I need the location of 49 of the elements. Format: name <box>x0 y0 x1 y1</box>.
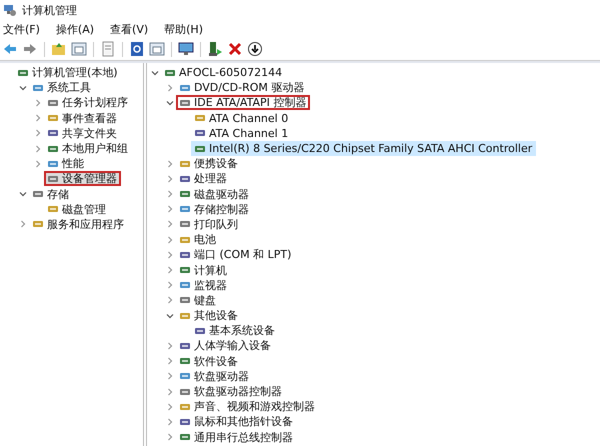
monitor-icon[interactable] <box>178 41 194 57</box>
tree-item[interactable]: 声音、视频和游戏控制器 <box>176 399 319 414</box>
tree-item[interactable]: 任务计划程序 <box>44 95 132 110</box>
tree-item[interactable]: 存储控制器 <box>176 202 253 217</box>
tree-item[interactable]: 共享文件夹 <box>44 126 121 141</box>
tree-item[interactable]: 端口 (COM 和 LPT) <box>176 247 296 262</box>
tree-item[interactable]: 存储 <box>29 186 73 202</box>
tree-item[interactable]: DVD/CD-ROM 驱动器 <box>176 80 308 96</box>
download-circle-icon[interactable] <box>247 41 263 57</box>
tree-item[interactable]: Intel(R) 8 Series/C220 Chipset Family SATA AHCI Controller <box>191 141 536 156</box>
tree-item[interactable]: 基本系统设备 <box>191 323 279 338</box>
tree-item[interactable]: 软盘驱动器 <box>176 368 253 384</box>
window-pane-icon[interactable] <box>149 41 165 57</box>
menu-item[interactable]: 查看(V) <box>109 22 150 36</box>
tree-item[interactable]: 软件设备 <box>176 354 242 369</box>
tree-item[interactable]: 通用串行总线控制器 <box>176 430 297 445</box>
tree-item[interactable]: 事件查看器 <box>44 110 121 126</box>
window-title: 计算机管理 <box>22 2 77 18</box>
tree-item[interactable]: 其他设备 <box>176 308 242 324</box>
tree-item[interactable]: 系统工具 <box>29 80 95 96</box>
tree-item[interactable]: AFOCL-605072144 <box>161 65 286 80</box>
tree-item[interactable]: 处理器 <box>176 171 231 186</box>
tree-item[interactable]: 键盘 <box>176 292 220 308</box>
tree-item[interactable]: 打印队列 <box>176 216 242 232</box>
tree-item[interactable]: IDE ATA/ATAPI 控制器 <box>176 95 310 110</box>
menu-item[interactable]: 帮助(H) <box>163 22 204 36</box>
tree-item[interactable]: 磁盘驱动器 <box>176 186 253 202</box>
tree-item[interactable]: 本地用户和组 <box>44 141 132 156</box>
tree-item[interactable]: ATA Channel 0 <box>191 110 292 126</box>
tree-item[interactable]: 磁盘管理 <box>44 202 110 217</box>
tree-item[interactable]: 计算机 <box>176 262 231 278</box>
tree-item[interactable]: 软盘驱动器控制器 <box>176 384 286 400</box>
tree-item[interactable]: 鼠标和其他指针设备 <box>176 414 297 430</box>
tree-item[interactable]: 服务和应用程序 <box>29 216 128 232</box>
tree-item[interactable]: 监视器 <box>176 278 231 293</box>
tree-item[interactable]: 人体学输入设备 <box>176 338 275 354</box>
folder-up-icon[interactable] <box>51 41 67 57</box>
tree-item[interactable]: 便携设备 <box>176 156 242 172</box>
menu-item[interactable]: 文件(F) <box>2 22 41 36</box>
menu-item[interactable]: 操作(A) <box>54 22 96 36</box>
window-pane-icon[interactable] <box>71 41 87 57</box>
tree-item[interactable]: ATA Channel 1 <box>191 126 292 141</box>
forward-arrow-icon[interactable] <box>22 41 38 57</box>
back-arrow-icon[interactable] <box>2 41 18 57</box>
tree-item[interactable]: 设备管理器 <box>44 171 121 186</box>
delete-icon[interactable] <box>227 41 243 57</box>
tree-item[interactable]: 电池 <box>176 232 220 248</box>
tree-item[interactable]: 计算机管理(本地) <box>14 65 122 80</box>
tree-item[interactable]: 性能 <box>44 156 88 172</box>
